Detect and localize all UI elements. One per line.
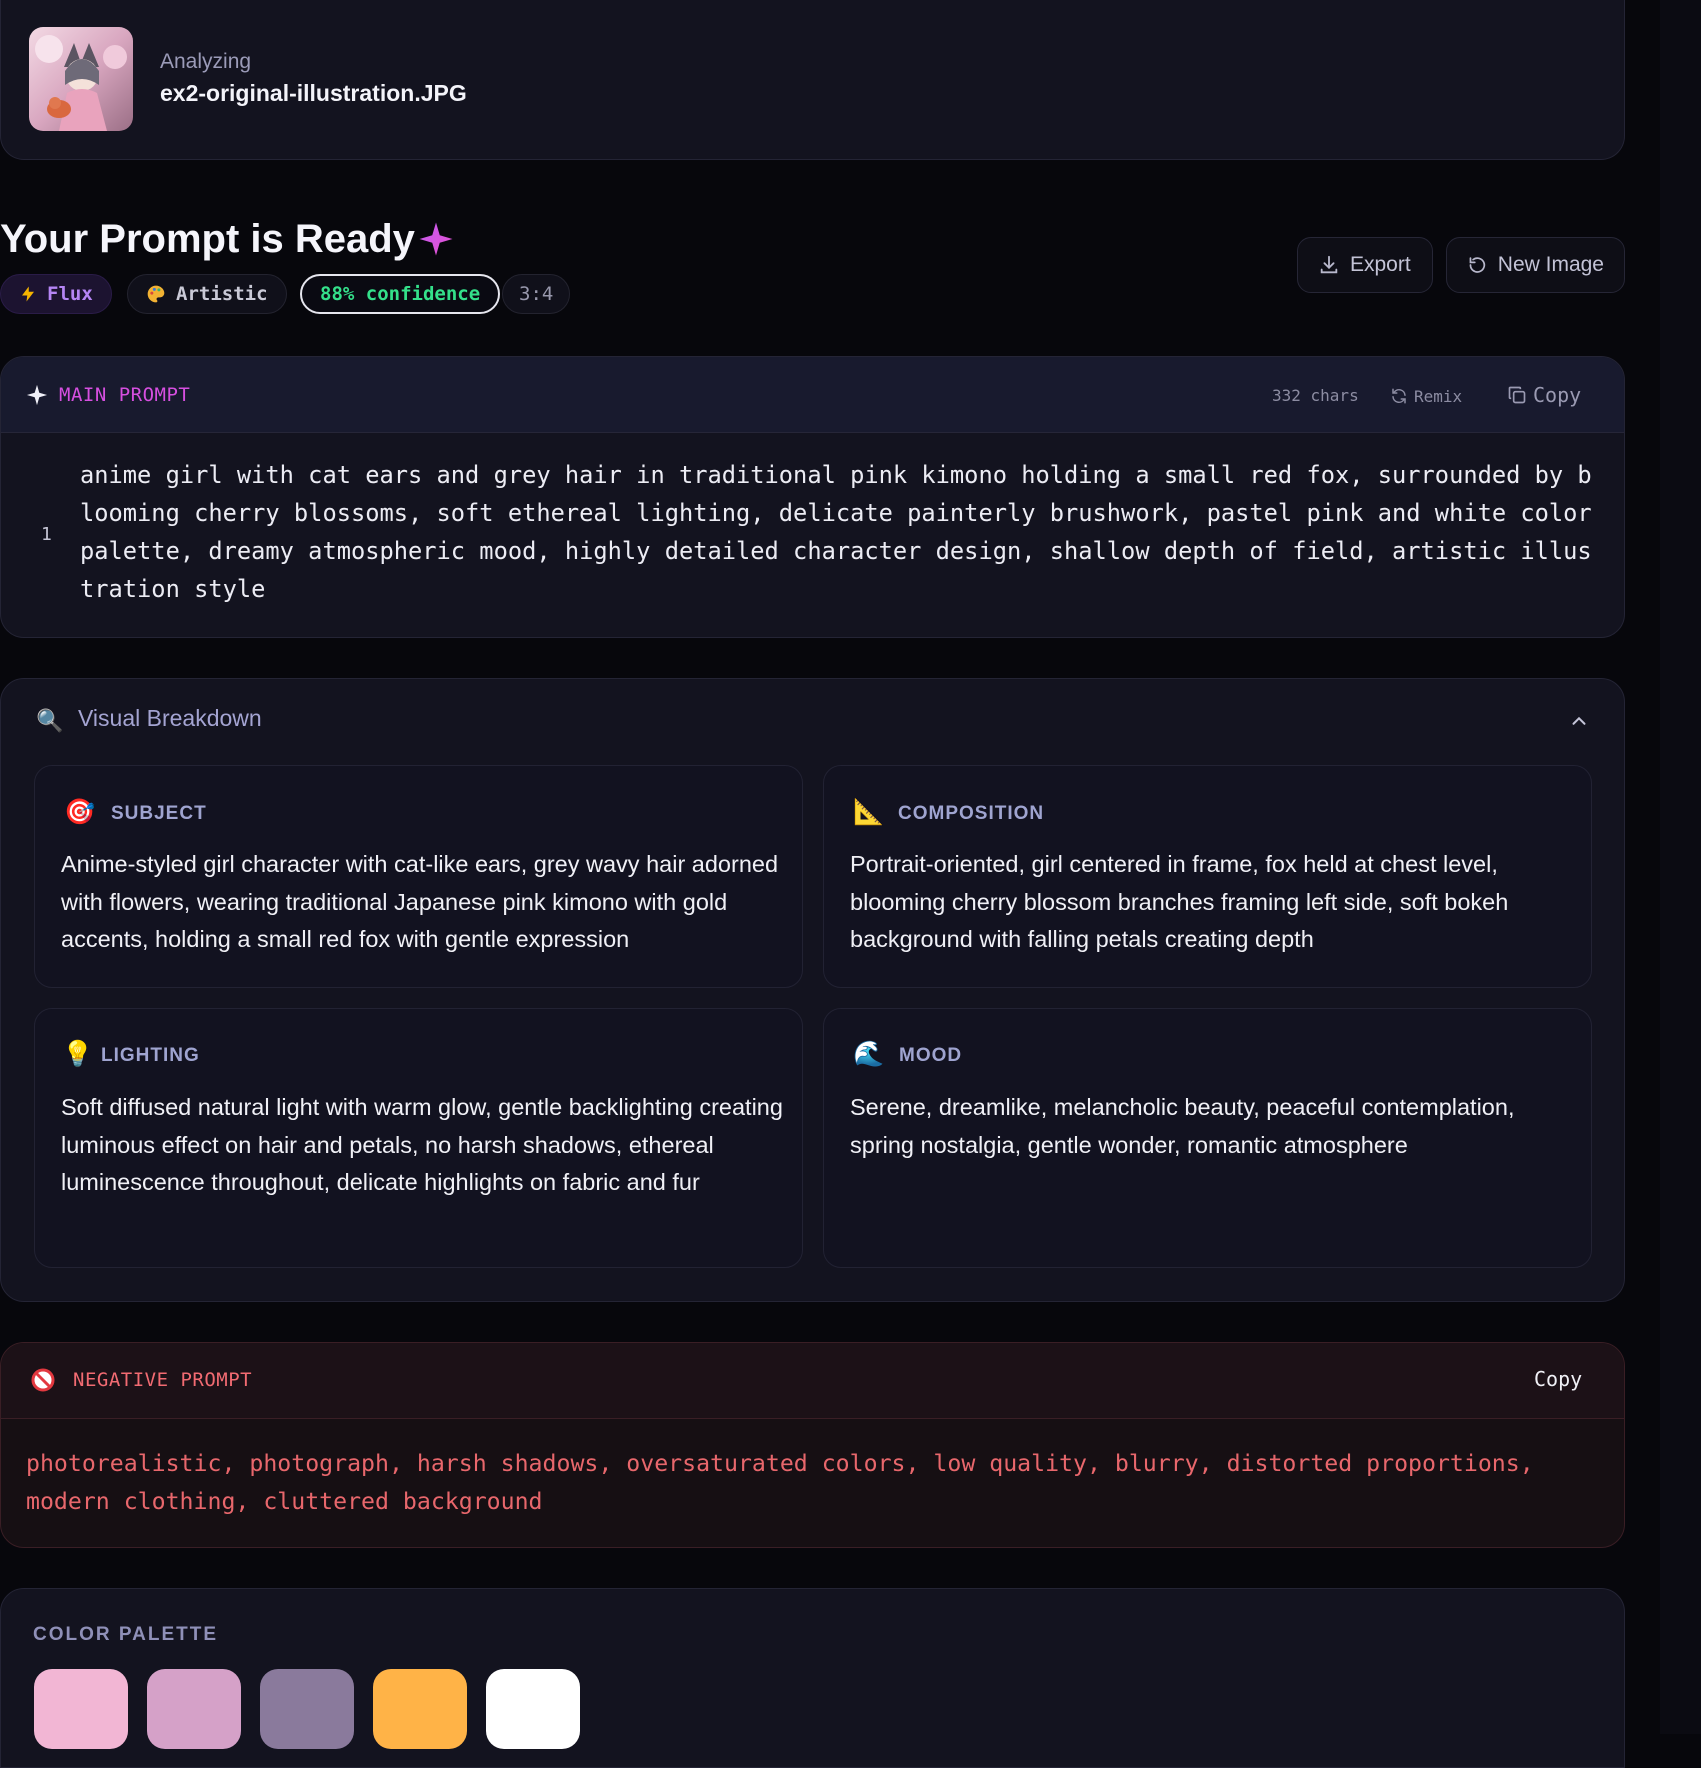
color-swatch[interactable] bbox=[260, 1669, 354, 1749]
file-name: ex2-original-illustration.JPG bbox=[160, 80, 467, 106]
color-swatch[interactable] bbox=[486, 1669, 580, 1749]
char-count: 332 chars bbox=[1272, 386, 1359, 405]
magnifier-icon: 🔍 bbox=[36, 708, 64, 733]
copy-main-label: Copy bbox=[1533, 383, 1582, 407]
prohibited-icon bbox=[31, 1368, 55, 1392]
composition-label: COMPOSITION bbox=[898, 803, 1045, 824]
copy-main-prompt-button[interactable]: Copy bbox=[1507, 379, 1581, 411]
wave-icon: 🌊 bbox=[853, 1040, 885, 1068]
negative-prompt-label: NEGATIVE PROMPT bbox=[73, 1369, 253, 1391]
triangle-ruler-icon: 📐 bbox=[853, 798, 885, 826]
line-number: 1 bbox=[41, 524, 52, 545]
light-bulb-icon: 💡 bbox=[62, 1040, 94, 1068]
color-palette-card bbox=[0, 1588, 1625, 1768]
aspect-ratio-badge: 3:4 bbox=[502, 274, 571, 314]
color-swatch[interactable] bbox=[373, 1669, 467, 1749]
page-title: Your Prompt is Ready bbox=[0, 217, 415, 261]
confidence-badge: 88% confidence bbox=[300, 274, 501, 314]
lighting-text: Soft diffused natural light with warm gl… bbox=[61, 1094, 783, 1196]
main-prompt-header: MAIN PROMPT 332 chars Remix Copy bbox=[1, 357, 1624, 433]
new-image-button[interactable]: New Image bbox=[1446, 237, 1625, 293]
star-icon bbox=[26, 384, 48, 406]
export-label: Export bbox=[1350, 253, 1411, 276]
refresh-icon bbox=[1469, 257, 1486, 273]
aspect-ratio-label: 3:4 bbox=[519, 283, 554, 305]
remix-button[interactable]: Remix bbox=[1390, 381, 1462, 411]
download-icon bbox=[1320, 255, 1338, 274]
negative-prompt-text[interactable]: photorealistic, photograph, harsh shadow… bbox=[26, 1445, 1586, 1521]
image-thumbnail bbox=[29, 27, 133, 131]
copy-negative-prompt-button[interactable]: Copy bbox=[1534, 1367, 1582, 1391]
visual-breakdown-title[interactable]: Visual Breakdown bbox=[78, 705, 262, 732]
file-status: Analyzing bbox=[160, 50, 252, 73]
page-gutter bbox=[1660, 0, 1701, 1734]
export-button[interactable]: Export bbox=[1297, 237, 1433, 293]
color-swatch[interactable] bbox=[34, 1669, 128, 1749]
color-palette-label: COLOR PALETTE bbox=[33, 1624, 219, 1645]
confidence-badge-label: 88% confidence bbox=[320, 283, 481, 305]
negative-prompt-header: NEGATIVE PROMPT Copy bbox=[1, 1343, 1624, 1419]
remix-icon bbox=[1392, 388, 1406, 404]
model-badge: Flux bbox=[0, 274, 112, 314]
lightning-icon bbox=[22, 286, 34, 302]
copy-icon bbox=[1508, 386, 1526, 404]
target-icon: 🎯 bbox=[64, 798, 96, 826]
subject-label: SUBJECT bbox=[111, 803, 207, 824]
model-badge-label: Flux bbox=[47, 283, 93, 305]
color-swatch[interactable] bbox=[147, 1669, 241, 1749]
chevron-up-icon[interactable] bbox=[1568, 710, 1590, 732]
subject-text: Anime-styled girl character with cat-lik… bbox=[61, 851, 779, 953]
style-badge-label: Artistic bbox=[176, 283, 268, 305]
mood-label: MOOD bbox=[899, 1045, 963, 1066]
new-image-label: New Image bbox=[1497, 253, 1604, 276]
sparkle-icon bbox=[419, 222, 453, 256]
main-prompt-text[interactable]: anime girl with cat ears and grey hair i… bbox=[80, 456, 1600, 608]
mood-text: Serene, dreamlike, melancholic beauty, p… bbox=[850, 1094, 1515, 1158]
palette-icon bbox=[147, 285, 165, 303]
composition-text: Portrait-oriented, girl centered in fram… bbox=[850, 851, 1509, 953]
lighting-label: LIGHTING bbox=[101, 1045, 200, 1066]
style-badge: Artistic bbox=[127, 274, 287, 314]
remix-label: Remix bbox=[1414, 386, 1463, 406]
main-prompt-label: MAIN PROMPT bbox=[59, 384, 191, 406]
